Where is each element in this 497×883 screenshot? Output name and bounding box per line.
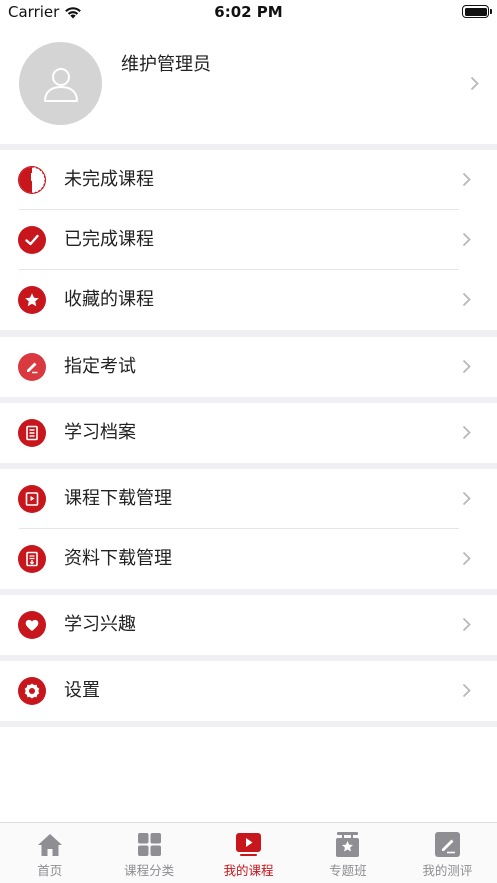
gear-icon [18,677,46,705]
menu-item-assigned-exam[interactable]: 指定考试 [0,337,497,397]
edit-icon [434,831,461,858]
menu-label: 课程下载管理 [64,488,172,509]
tab-label: 课程分类 [124,863,175,878]
menu-label: 未完成课程 [64,169,154,190]
check-icon [18,226,46,254]
tab-label: 首页 [37,863,63,878]
chevron-right-icon [462,683,471,698]
menu-label: 收藏的课程 [64,289,154,310]
tab-label: 专题班 [329,863,367,878]
user-name: 维护管理员 [121,54,211,75]
chevron-right-icon [462,232,471,247]
menu-label: 设置 [64,680,100,701]
menu-item-unfinished-courses[interactable]: 未完成课程 [0,150,497,210]
video-download-icon [18,485,46,513]
tab-label: 我的测评 [422,863,473,878]
menu-label: 学习兴趣 [64,614,136,635]
menu-item-course-download[interactable]: 课程下载管理 [0,469,497,529]
heart-icon [18,611,46,639]
user-icon [43,67,78,102]
grid-icon [136,831,163,858]
chevron-right-icon [462,551,471,566]
menu-item-learning-records[interactable]: 学习档案 [0,403,497,463]
star-icon [18,286,46,314]
half-circle-icon [18,166,46,194]
menu-item-settings[interactable]: 设置 [0,661,497,721]
avatar[interactable] [19,42,102,125]
menu-item-favorite-courses[interactable]: 收藏的课程 [0,270,497,330]
menu-label: 指定考试 [64,356,136,377]
play-icon [235,831,262,858]
chevron-right-icon [462,359,471,374]
tab-my-assessment[interactable]: 我的测评 [398,823,497,883]
chevron-right-icon [462,425,471,440]
menu-item-finished-courses[interactable]: 已完成课程 [0,210,497,270]
chevron-right-icon [462,617,471,632]
section-divider [0,721,497,727]
chevron-right-icon [470,76,479,91]
profile-header[interactable]: 维护管理员 [0,26,497,144]
menu-item-material-download[interactable]: 资料下载管理 [0,529,497,589]
pencil-icon [18,353,46,381]
tab-my-courses[interactable]: 我的课程 [199,823,298,883]
battery-icon [462,5,492,18]
home-icon [36,831,63,858]
tab-special-classes[interactable]: 专题班 [298,823,397,883]
chevron-right-icon [462,491,471,506]
file-download-icon [18,545,46,573]
tab-home[interactable]: 首页 [0,823,99,883]
chevron-right-icon [462,172,471,187]
menu-label: 学习档案 [64,422,136,443]
status-bar: Carrier 6:02 PM [0,0,497,26]
tab-categories[interactable]: 课程分类 [99,823,198,883]
section-divider [0,330,497,337]
badge-icon [334,831,361,858]
document-icon [18,419,46,447]
clock: 6:02 PM [214,3,283,21]
menu-label: 资料下载管理 [64,548,172,569]
tab-bar: 首页 课程分类 我的课程 专题班 我的测评 [0,822,497,883]
menu-label: 已完成课程 [64,229,154,250]
menu-item-learning-interest[interactable]: 学习兴趣 [0,595,497,655]
tab-label: 我的课程 [223,863,274,878]
chevron-right-icon [462,292,471,307]
